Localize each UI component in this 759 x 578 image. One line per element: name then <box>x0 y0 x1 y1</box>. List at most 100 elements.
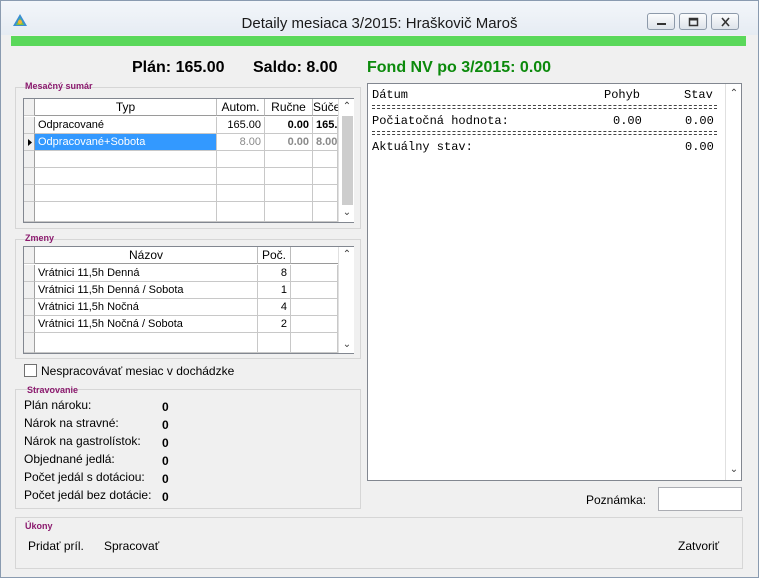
cell-rucne[interactable]: 0.00 <box>265 134 313 151</box>
monthly-summary-label: Mesačný sumár <box>25 81 93 91</box>
minimize-button[interactable] <box>647 13 675 30</box>
cell-rucne[interactable]: 0.00 <box>265 117 313 134</box>
scroll-down-icon[interactable]: ⌄ <box>339 337 355 353</box>
meal-plan-value: 0 <box>162 400 169 414</box>
meal-allowance-label: Nárok na stravné: <box>24 416 119 430</box>
shifts-grid[interactable]: Názov Poč. Vrátnici 11,5h Denná 8 Vrátni… <box>23 246 354 354</box>
scroll-down-icon[interactable]: ⌄ <box>339 205 355 221</box>
status-bar-green <box>11 36 746 46</box>
note-input[interactable] <box>658 487 742 511</box>
cell-nazov[interactable]: Vrátnici 11,5h Denná <box>35 265 258 282</box>
restore-icon <box>688 17 699 27</box>
close-window-button[interactable] <box>711 13 739 30</box>
row-indicator <box>24 299 35 316</box>
row-indicator <box>24 202 35 222</box>
unsubsidized-meals-value: 0 <box>162 490 169 504</box>
empty-cell <box>291 299 338 316</box>
fund-current-stav: 0.00 <box>685 140 714 154</box>
shifts-scrollbar[interactable]: ⌃ ⌄ <box>338 247 354 353</box>
empty-cell <box>291 282 338 299</box>
fond-value: Fond NV po 3/2015: 0.00 <box>367 59 552 76</box>
cell-poc[interactable]: 2 <box>258 316 291 333</box>
cell-sucet[interactable]: 8.00 <box>313 134 338 151</box>
row-indicator <box>24 265 35 282</box>
row-indicator <box>24 117 35 134</box>
empty-cell <box>313 185 338 202</box>
column-header-sucet[interactable]: Súčet <box>313 99 344 116</box>
empty-cell <box>35 333 258 353</box>
empty-cell <box>291 333 338 353</box>
cell-poc[interactable]: 4 <box>258 299 291 316</box>
scroll-thumb[interactable] <box>342 116 353 205</box>
cell-autom[interactable]: 165.00 <box>217 117 265 134</box>
cell-nazov[interactable]: Vrátnici 11,5h Nočná / Sobota <box>35 316 258 333</box>
empty-cell <box>265 202 313 222</box>
skip-month-checkbox[interactable] <box>24 364 37 377</box>
fund-initial-pohyb: 0.00 <box>613 114 642 128</box>
maximize-button[interactable] <box>679 13 707 30</box>
fund-header-pohyb: Pohyb <box>604 88 641 102</box>
empty-cell <box>217 185 265 202</box>
empty-cell <box>35 185 217 202</box>
add-attachment-button[interactable]: Pridať príl. <box>28 539 84 553</box>
cell-poc[interactable]: 8 <box>258 265 291 282</box>
scroll-up-icon[interactable]: ⌃ <box>339 99 355 115</box>
actions-label: Úkony <box>25 521 53 531</box>
column-header-typ[interactable]: Typ <box>35 99 217 116</box>
row-indicator <box>24 185 35 202</box>
plan-value: Plán: 165.00 <box>132 59 225 76</box>
meal-plan-label: Plán nároku: <box>24 398 92 412</box>
fund-scrollbar[interactable]: ⌃ ⌄ <box>725 84 741 480</box>
empty-cell <box>265 151 313 168</box>
grid-corner <box>24 247 35 264</box>
scroll-up-icon[interactable]: ⌃ <box>726 86 742 102</box>
title-bar: Detaily mesiaca 3/2015: Hraškovič Maroš <box>1 1 758 35</box>
row-indicator <box>24 333 35 353</box>
empty-cell <box>217 151 265 168</box>
empty-cell <box>313 151 338 168</box>
cell-poc[interactable]: 1 <box>258 282 291 299</box>
current-row-arrow-icon <box>28 139 32 146</box>
fund-header-datum: Dátum <box>372 88 409 102</box>
empty-cell <box>265 185 313 202</box>
meal-voucher-label: Nárok na gastrolístok: <box>24 434 141 448</box>
fund-header-stav: Stav <box>684 88 713 102</box>
saldo-value: Saldo: 8.00 <box>253 59 338 76</box>
ordered-meals-value: 0 <box>162 454 169 468</box>
empty-cell <box>258 333 291 353</box>
empty-cell <box>35 168 217 185</box>
cell-typ-selected[interactable]: Odpracované+Sobota <box>35 134 217 151</box>
monthly-scrollbar[interactable]: ⌃ ⌄ <box>338 99 354 222</box>
process-button[interactable]: Spracovať <box>104 539 159 553</box>
cell-typ[interactable]: Odpracované <box>35 117 217 134</box>
divider <box>372 105 717 106</box>
note-label: Poznámka: <box>586 493 647 507</box>
column-header-autom[interactable]: Autom. <box>217 99 265 116</box>
monthly-summary-grid[interactable]: Typ Autom. Ručne Súčet Odpracované 165.0… <box>23 98 354 223</box>
scroll-up-icon[interactable]: ⌃ <box>339 247 355 263</box>
scroll-down-icon[interactable]: ⌄ <box>726 462 742 478</box>
empty-cell <box>291 265 338 282</box>
cell-nazov[interactable]: Vrátnici 11,5h Denná / Sobota <box>35 282 258 299</box>
empty-cell <box>217 168 265 185</box>
row-indicator <box>24 168 35 185</box>
close-button[interactable]: Zatvoriť <box>678 539 719 553</box>
skip-month-label: Nespracovávať mesiac v dochádzke <box>41 364 235 378</box>
cell-autom[interactable]: 8.00 <box>217 134 265 151</box>
meal-allowance-value: 0 <box>162 418 169 432</box>
meals-label: Stravovanie <box>27 385 79 395</box>
divider <box>372 134 717 135</box>
divider <box>372 131 717 132</box>
window: Detaily mesiaca 3/2015: Hraškovič Maroš … <box>0 0 759 578</box>
column-header-poc[interactable]: Poč. <box>258 247 291 264</box>
empty-cell <box>35 151 217 168</box>
subsidized-meals-value: 0 <box>162 472 169 486</box>
fund-panel[interactable]: Dátum Pohyb Stav Počiatočná hodnota: 0.0… <box>367 83 742 481</box>
cell-nazov[interactable]: Vrátnici 11,5h Nočná <box>35 299 258 316</box>
cell-sucet[interactable]: 165.00 <box>313 117 338 134</box>
empty-cell <box>217 202 265 222</box>
column-header-nazov[interactable]: Názov <box>35 247 258 264</box>
column-header-rucne[interactable]: Ručne <box>265 99 313 116</box>
fund-current-label: Aktuálny stav: <box>372 140 473 154</box>
divider <box>372 108 717 109</box>
